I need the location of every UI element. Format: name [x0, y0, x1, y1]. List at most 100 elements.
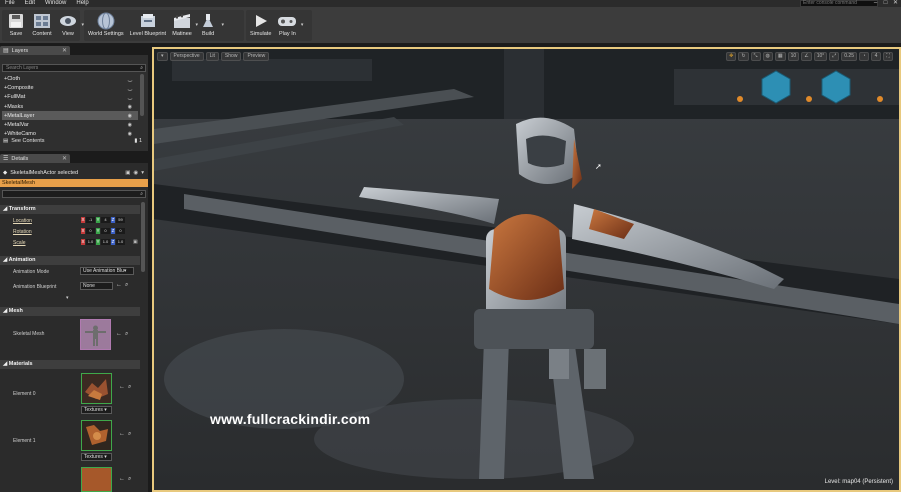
minimize-button[interactable]: –: [872, 0, 879, 7]
hidden-eye-icon[interactable]: ‿: [128, 76, 132, 82]
expand-chevron-icon[interactable]: ▾: [66, 295, 69, 301]
material-element-1-dropdown[interactable]: Textures ▾: [81, 453, 112, 461]
location-x-input[interactable]: -1: [86, 217, 95, 223]
menu-help[interactable]: Help: [71, 0, 93, 7]
location-label[interactable]: Location: [13, 218, 32, 224]
eye-icon[interactable]: ◉: [128, 113, 132, 119]
location-y-input[interactable]: 4: [101, 217, 110, 223]
rotation-y-input[interactable]: 0: [101, 228, 110, 234]
close-icon[interactable]: ✕: [62, 155, 67, 162]
rotation-z-input[interactable]: 0: [116, 228, 125, 234]
rotate-icon[interactable]: ↻: [738, 52, 749, 61]
browse-icon[interactable]: ⌕: [128, 384, 131, 391]
animation-mode-select[interactable]: Use Animation Blu▾: [80, 267, 134, 275]
eye-icon[interactable]: ◉: [128, 131, 132, 137]
camera-speed-icon[interactable]: ◔: [859, 52, 869, 61]
material-element-0-dropdown[interactable]: Textures ▾: [81, 406, 112, 414]
scale-y-input[interactable]: 1.0: [101, 239, 110, 245]
chevron-down-icon[interactable]: ▾: [141, 170, 144, 176]
rotation-label[interactable]: Rotation: [13, 229, 32, 235]
tab-details[interactable]: ☰ Details ✕: [0, 154, 70, 163]
rotation-snap-icon[interactable]: ∠: [801, 52, 812, 61]
maximize-viewport-icon[interactable]: ⛶: [883, 52, 893, 61]
transform-header[interactable]: ◢ Transform: [0, 205, 140, 214]
see-contents-button[interactable]: ▤ See Contents: [3, 138, 45, 144]
browse-icon[interactable]: ⌕: [125, 331, 128, 338]
materials-header[interactable]: ◢ Materials: [0, 360, 140, 369]
layers-scrollbar[interactable]: [140, 74, 144, 116]
play-button[interactable]: Play In ▾: [274, 10, 303, 41]
eye-icon[interactable]: ◉: [133, 170, 138, 176]
location-z-input[interactable]: 59: [116, 217, 125, 223]
eye-icon[interactable]: ◉: [128, 122, 132, 128]
x-axis-badge: X: [81, 239, 85, 245]
world-settings-button[interactable]: World Settings: [85, 10, 127, 41]
use-selected-arrow-icon[interactable]: ←: [116, 282, 122, 288]
build-button[interactable]: Build ▾: [195, 10, 224, 41]
scale-snap-icon[interactable]: ⤢: [829, 52, 840, 61]
layer-row-metalvar[interactable]: +MetalVar ◉: [2, 120, 138, 129]
material-element-2-thumbnail[interactable]: [81, 467, 112, 492]
lock-icon[interactable]: ▣: [125, 170, 130, 176]
world-space-icon[interactable]: ◍: [762, 52, 773, 61]
maximize-button[interactable]: □: [882, 0, 889, 7]
material-element-1-thumbnail[interactable]: [81, 420, 112, 451]
perspective-button[interactable]: Perspective: [169, 52, 204, 61]
surface-snap-icon[interactable]: ▦: [774, 52, 786, 61]
view-button[interactable]: View ▾: [55, 10, 84, 41]
eye-icon[interactable]: ◉: [128, 104, 132, 110]
layer-row-composite[interactable]: +Composite ‿: [2, 83, 138, 92]
skeletal-mesh-thumbnail[interactable]: [80, 319, 111, 350]
layer-row-fullmat[interactable]: +FullMat ‿: [2, 93, 138, 102]
layer-row-cloth[interactable]: +Cloth ‿: [2, 74, 138, 83]
layer-row-masks[interactable]: +Masks ◉: [2, 102, 138, 111]
camera-speed-value[interactable]: 4: [871, 52, 881, 61]
rotation-x-input[interactable]: 0: [86, 228, 95, 234]
content-button[interactable]: Content: [29, 10, 55, 41]
menu-window[interactable]: Window: [40, 0, 71, 7]
close-icon[interactable]: ✕: [62, 47, 67, 54]
hidden-eye-icon[interactable]: ‿: [128, 94, 132, 100]
scale-snap-value[interactable]: 0.25: [841, 52, 857, 61]
use-selected-arrow-icon[interactable]: ←: [119, 431, 125, 437]
details-scrollbar[interactable]: [141, 202, 145, 272]
matinee-button[interactable]: Matinee ▾: [169, 10, 198, 41]
use-selected-arrow-icon[interactable]: ←: [116, 331, 122, 337]
viewport-options-button[interactable]: ▾: [157, 52, 168, 61]
scale-x-input[interactable]: 1.0: [86, 239, 95, 245]
use-selected-arrow-icon[interactable]: ←: [119, 384, 125, 390]
level-blueprint-button[interactable]: Level Blueprint: [127, 10, 169, 41]
menu-file[interactable]: File: [0, 0, 20, 7]
layer-row-metallayer[interactable]: +MetalLayer ◉: [2, 111, 138, 121]
translate-icon[interactable]: ✥: [726, 52, 737, 61]
chevron-down-icon[interactable]: ▾: [222, 22, 225, 28]
use-selected-arrow-icon[interactable]: ←: [119, 476, 125, 482]
browse-icon[interactable]: ⌕: [128, 431, 131, 438]
scale-label[interactable]: Scale: [13, 240, 26, 246]
browse-icon[interactable]: ⌕: [128, 476, 131, 483]
scale-z-input[interactable]: 1.0: [116, 239, 125, 245]
simulate-button[interactable]: Simulate: [247, 10, 274, 41]
grid-snap-value[interactable]: 10: [787, 52, 800, 61]
lock-icon[interactable]: ▣: [133, 239, 138, 245]
console-command-input[interactable]: Enter console command: [800, 0, 878, 7]
animation-header[interactable]: ◢ Animation: [0, 256, 140, 265]
lit-button[interactable]: Lit: [205, 52, 219, 61]
scale-icon[interactable]: ⤡: [750, 52, 761, 61]
layers-search-input[interactable]: Search Layers ⌕: [2, 64, 146, 72]
menu-edit[interactable]: Edit: [20, 0, 40, 7]
hidden-eye-icon[interactable]: ‿: [128, 85, 132, 91]
save-button[interactable]: Save: [3, 10, 29, 41]
mesh-header[interactable]: ◢ Mesh: [0, 307, 140, 316]
actor-name-field[interactable]: SkeletalMesh: [0, 179, 148, 187]
tab-layers[interactable]: ▤ Layers ✕: [0, 46, 70, 55]
preview-button[interactable]: Preview: [243, 52, 270, 61]
rotation-snap-value[interactable]: 10°: [813, 52, 828, 61]
browse-icon[interactable]: ⌕: [125, 282, 128, 289]
show-button[interactable]: Show: [220, 52, 242, 61]
animation-blueprint-select[interactable]: None: [80, 282, 113, 290]
material-element-0-thumbnail[interactable]: [81, 373, 112, 404]
chevron-down-icon[interactable]: ▾: [301, 22, 304, 28]
details-search-input[interactable]: ⌕: [2, 190, 146, 198]
close-button[interactable]: ✕: [892, 0, 899, 7]
